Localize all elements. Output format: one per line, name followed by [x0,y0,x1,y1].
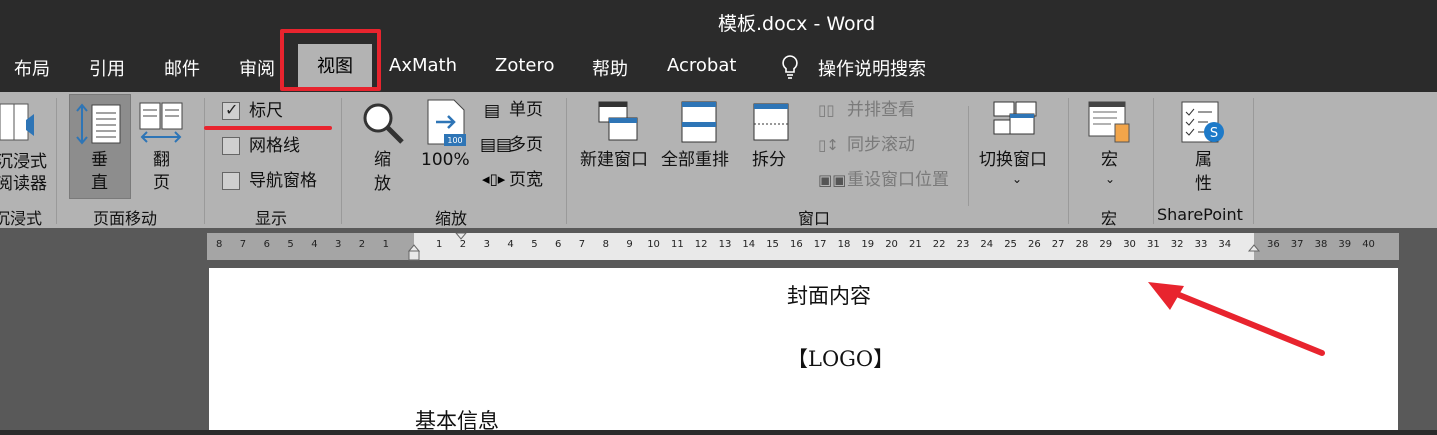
group-label-immersive: 沉浸式 [0,209,43,228]
svg-text:100: 100 [447,136,462,145]
ruler-label[interactable]: 标尺 [249,101,283,122]
zoom-100-label[interactable]: 100% [421,150,470,171]
arrange-all-icon[interactable] [680,100,718,148]
macros-icon[interactable] [1087,100,1133,150]
ruler-annotation-underline [204,126,332,130]
tab-references[interactable]: 引用 [89,55,125,81]
arrange-all-label[interactable]: 全部重排 [661,150,729,171]
annotation-arrow-icon [1148,282,1325,356]
reset-window-label[interactable]: 重设窗口位置 [847,170,949,191]
multiple-pages-icon: ▤▤ [480,135,513,155]
view-tab-annotation-box [280,29,381,91]
macros-label[interactable]: 宏 [1101,150,1118,171]
properties-label-2[interactable]: 性 [1195,174,1212,195]
properties-sharepoint-icon[interactable]: S [1180,100,1226,150]
immersive-reader-icon [0,100,38,150]
one-page-label[interactable]: 单页 [509,100,543,121]
split-icon[interactable] [752,102,790,146]
multiple-pages-label[interactable]: 多页 [509,135,543,156]
group-label-macros: 宏 [1101,209,1118,228]
vertical-label-1: 垂 [91,150,108,170]
svg-text:S: S [1210,126,1218,141]
title-bar: 模板.docx - Word [0,0,1437,42]
tab-axmath[interactable]: AxMath [389,55,457,76]
ribbon-panel: 沉浸式 阅读器 沉浸式 垂 直 翻 页 页面移动 标尺 网格线 导航窗格 显示 … [0,92,1437,228]
group-divider [204,98,205,224]
tell-me-search[interactable]: 操作说明搜索 [818,55,926,81]
vertical-pages-icon [74,101,124,151]
group-label-page-move: 页面移动 [93,209,158,228]
immersive-reader-label-2[interactable]: 阅读器 [0,174,47,195]
zoom-label-2[interactable]: 放 [374,174,391,195]
group-label-sharepoint: SharePoint [1157,205,1243,224]
one-page-icon: ▤ [484,101,501,121]
gridlines-label[interactable]: 网格线 [249,136,300,157]
tab-help[interactable]: 帮助 [592,55,628,81]
side-label-1[interactable]: 翻 [153,150,170,171]
window-inner-divider [968,106,969,206]
group-divider [56,98,57,224]
page-width-label[interactable]: 页宽 [509,170,543,191]
ruler-indent-markers[interactable] [207,233,1399,265]
gridlines-checkbox[interactable] [222,137,240,155]
nav-pane-checkbox[interactable] [222,172,240,190]
group-divider [1068,98,1069,224]
side-by-side-icon: ▯▯ [818,101,835,119]
sync-scroll-label[interactable]: 同步滚动 [847,135,915,156]
switch-windows-icon[interactable] [992,100,1038,146]
side-label-2[interactable]: 页 [153,173,170,194]
side-to-side-icon[interactable] [138,101,184,151]
doc-line-basic-info[interactable]: 基本信息 [415,405,499,435]
sync-scroll-icon: ▯↕ [818,136,839,154]
side-by-side-label[interactable]: 并排查看 [847,100,915,121]
properties-label-1[interactable]: 属 [1195,150,1212,171]
group-divider [341,98,342,224]
immersive-reader-label-1[interactable]: 沉浸式 [0,152,47,173]
group-divider [566,98,567,224]
group-divider [1153,98,1154,224]
vertical-label-2: 直 [91,173,108,193]
nav-pane-label[interactable]: 导航窗格 [249,171,317,192]
doc-line-cover[interactable]: 封面内容 [787,280,871,310]
doc-line-logo[interactable]: 【LOGO】 [787,343,894,373]
group-divider [1253,98,1254,224]
tab-layout[interactable]: 布局 [14,55,50,81]
tab-review[interactable]: 审阅 [239,55,275,81]
tab-mailings[interactable]: 邮件 [164,55,200,81]
page-width-icon: ◂▯▸ [482,170,506,188]
ribbon-tab-bar: 布局 引用 邮件 审阅 视图 AxMath Zotero 帮助 Acrobat … [0,29,1437,92]
zoom-label-1[interactable]: 缩 [374,150,391,171]
tab-acrobat[interactable]: Acrobat [667,55,736,76]
ruler-checkbox[interactable] [222,100,240,120]
group-label-window: 窗口 [798,209,831,228]
window-title: 模板.docx - Word [718,13,876,35]
zoom-magnifier-icon[interactable] [360,100,406,150]
new-window-icon[interactable] [597,100,639,148]
lightbulb-icon [780,54,800,84]
group-label-show: 显示 [255,209,288,228]
switch-windows-label[interactable]: 切换窗口 [979,150,1047,171]
macros-dropdown-icon[interactable]: ⌄ [1105,172,1115,187]
group-label-zoom: 缩放 [435,209,468,228]
switch-windows-dropdown-icon[interactable]: ⌄ [1012,172,1022,187]
zoom-100-icon[interactable]: 100 [424,98,470,152]
horizontal-ruler[interactable]: 8 7 6 5 4 3 2 1 1 2 3 4 5 6 7 8 9 10 11 12 13 14 15 16 17 18 19 20 2… [207,233,1399,261]
split-label[interactable]: 拆分 [752,150,786,171]
reset-window-icon: ▣▣ [818,171,847,189]
tab-zotero[interactable]: Zotero [495,55,555,76]
new-window-label[interactable]: 新建窗口 [580,150,648,171]
